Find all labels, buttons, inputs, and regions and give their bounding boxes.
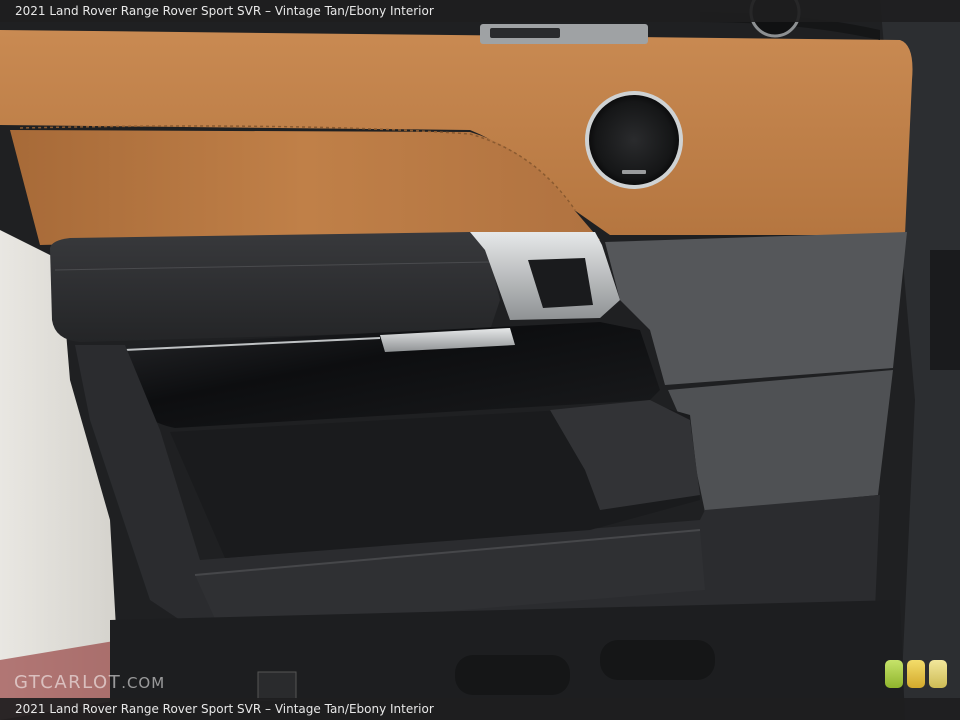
door-latch [930, 250, 960, 370]
door-panel-photo [0, 0, 960, 720]
caption-top: 2021 Land Rover Range Rover Sport SVR – … [0, 0, 960, 22]
photo-viewer: 2021 Land Rover Range Rover Sport SVR – … [0, 0, 960, 720]
badge-green[interactable] [885, 660, 903, 688]
caption-bottom: 2021 Land Rover Range Rover Sport SVR – … [0, 698, 960, 720]
grey-panel-lower [668, 370, 893, 512]
badge-yellow[interactable] [907, 660, 925, 688]
color-rating-badges-icon[interactable] [885, 660, 947, 688]
door-label-sticker [257, 671, 297, 701]
speaker-badge [622, 170, 646, 174]
drain-cutout-2 [600, 640, 715, 680]
watermark-brand: GTCARLOT [14, 672, 122, 693]
window-switch [490, 28, 560, 38]
watermark-tld: .COM [121, 674, 166, 692]
site-watermark: GTCARLOT.COM [14, 672, 165, 693]
drain-cutout-1 [455, 655, 570, 695]
badge-pale-yellow[interactable] [929, 660, 947, 688]
armrest-upper [50, 232, 500, 342]
